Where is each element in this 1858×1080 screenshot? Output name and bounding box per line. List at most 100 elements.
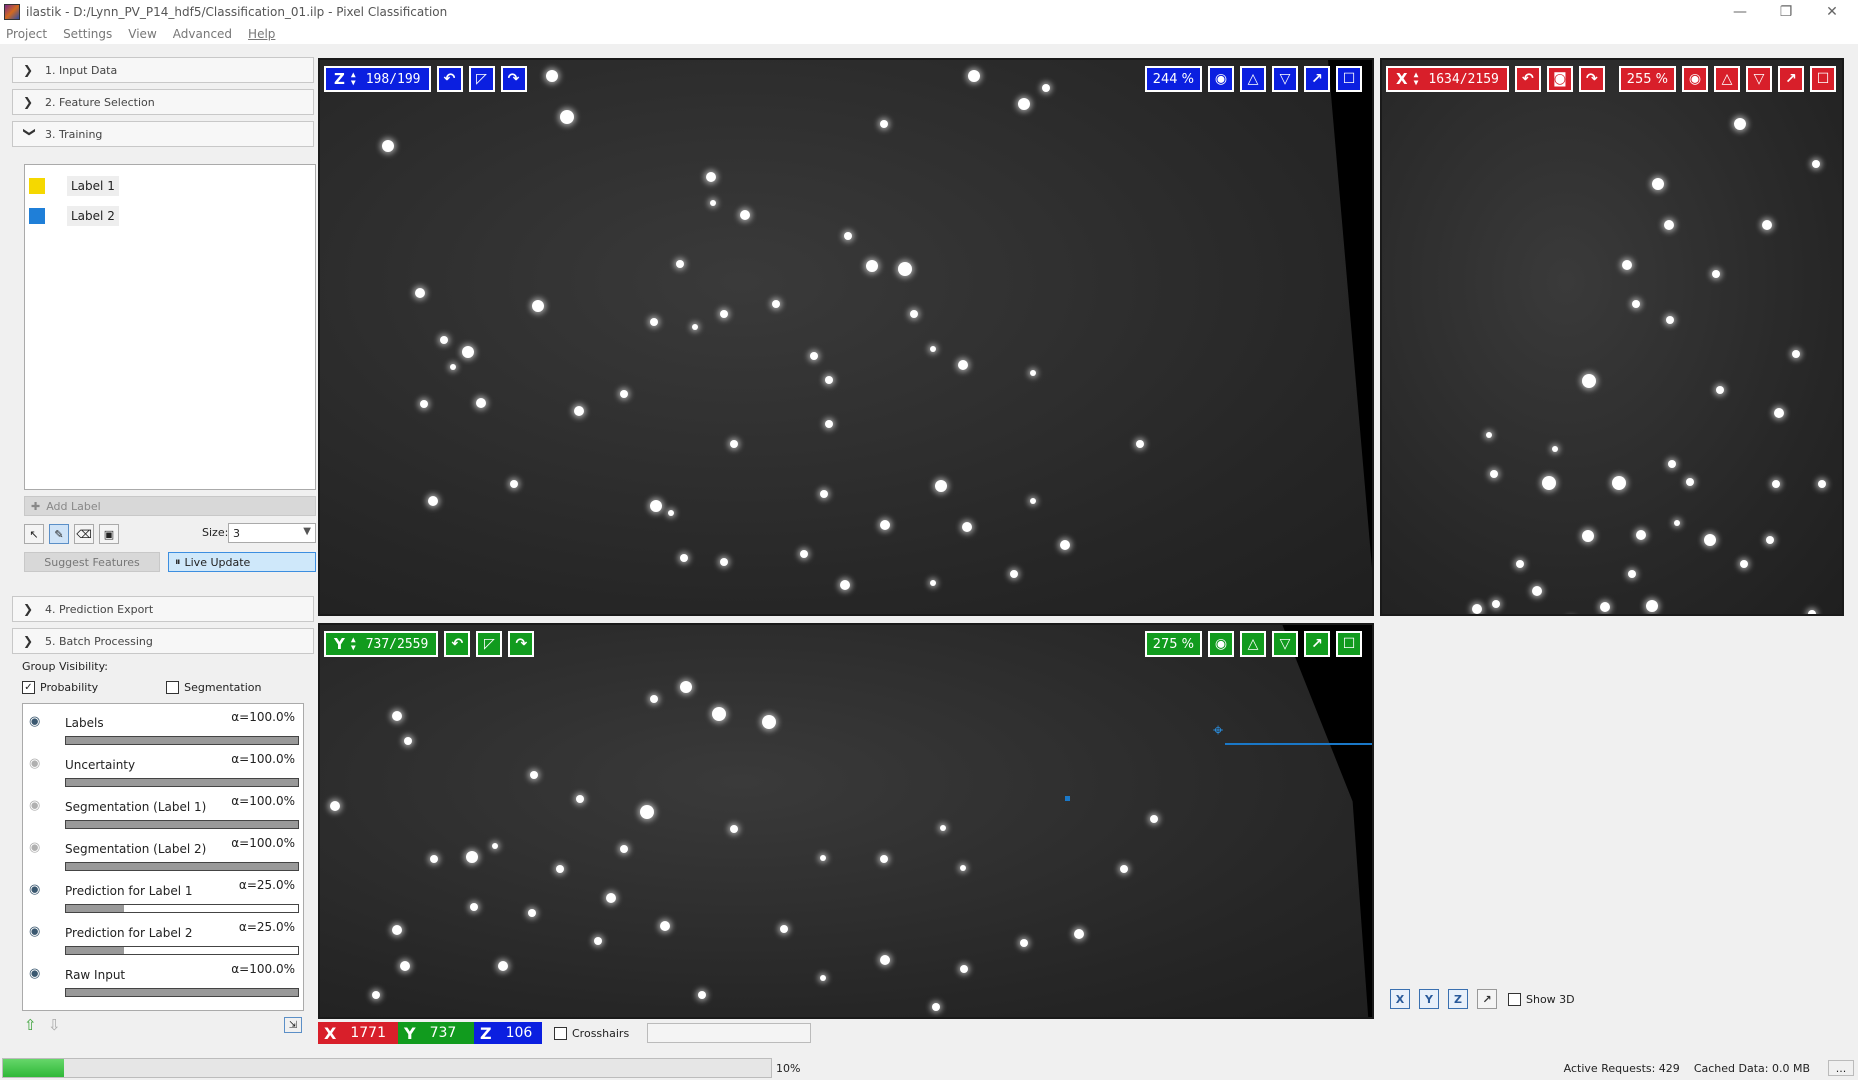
menu-project[interactable]: Project xyxy=(6,27,47,41)
camera-icon[interactable]: ◉ xyxy=(1208,66,1234,92)
fullscreen-icon[interactable]: ☐ xyxy=(1336,631,1362,657)
suggest-features-button[interactable]: Suggest Features xyxy=(24,552,160,572)
crosshairs-toggle[interactable]: Crosshairs xyxy=(554,1026,629,1040)
fullscreen-icon[interactable]: ☐ xyxy=(1336,66,1362,92)
label-name[interactable]: Label 1 xyxy=(67,176,119,196)
view-xy[interactable]: Z ▲ ▼ 198/199 ↶ ◸ ↷ 244 % ◉ △ ▽ ↗ ☐ xyxy=(318,58,1374,616)
menu-settings[interactable]: Settings xyxy=(63,27,112,41)
label-color-swatch[interactable] xyxy=(29,208,45,224)
maximize-3d-icon[interactable]: ↗ xyxy=(1477,989,1497,1009)
opacity-slider[interactable] xyxy=(65,736,299,745)
layer-row[interactable]: ◉ Prediction for Label 2 α=25.0% xyxy=(23,916,303,958)
slice-spinbox[interactable]: X ▲ ▼ 1634/2159 xyxy=(1386,66,1509,92)
zoom-level[interactable]: 275 % xyxy=(1144,631,1202,657)
rotate-left-icon[interactable]: ↶ xyxy=(444,631,471,657)
eye-icon[interactable]: ◉ xyxy=(29,798,40,813)
y-coordinate[interactable]: Y 737 xyxy=(398,1022,474,1044)
applet-batch-processing[interactable]: ❯ 5. Batch Processing xyxy=(12,628,314,654)
swap-axes-icon[interactable]: ◸ xyxy=(468,66,495,92)
eye-icon[interactable]: ◉ xyxy=(29,882,40,897)
toggle-x-slice-icon[interactable]: X xyxy=(1390,989,1410,1009)
eye-icon[interactable]: ◉ xyxy=(29,966,40,981)
probability-checkbox[interactable]: ✓ xyxy=(22,681,35,694)
slice-down-icon[interactable]: ▽ xyxy=(1272,631,1298,657)
label-row-1[interactable]: Label 1 xyxy=(25,171,315,201)
opacity-slider[interactable] xyxy=(65,988,299,997)
minimize-button[interactable]: — xyxy=(1718,0,1762,24)
maximize-view-icon[interactable]: ↗ xyxy=(1778,66,1804,92)
layer-row[interactable]: ◉ Labels α=100.0% xyxy=(23,706,303,748)
move-up-icon[interactable]: ⇧ xyxy=(24,1016,37,1034)
close-button[interactable]: ✕ xyxy=(1810,0,1854,24)
x-coordinate[interactable]: X 1771 xyxy=(318,1022,398,1044)
brush-icon[interactable]: ✎ xyxy=(49,524,69,544)
label-color-swatch[interactable] xyxy=(29,178,45,194)
segmentation-checkbox[interactable] xyxy=(166,681,180,694)
add-label-button[interactable]: ✚ Add Label xyxy=(24,496,316,516)
eye-icon[interactable]: ◉ xyxy=(29,756,40,771)
restore-button[interactable]: ❐ xyxy=(1764,0,1808,24)
label-row-2[interactable]: Label 2 xyxy=(25,201,315,231)
swap-axes-icon[interactable]: ◙ xyxy=(1546,66,1573,92)
applet-feature-selection[interactable]: ❯ 2. Feature Selection xyxy=(12,89,314,115)
crosshairs-checkbox[interactable] xyxy=(554,1026,567,1040)
rotate-left-icon[interactable]: ↶ xyxy=(1514,66,1541,92)
zoom-level[interactable]: 255 % xyxy=(1618,66,1676,92)
layer-row[interactable]: ◉ Segmentation (Label 1) α=100.0% xyxy=(23,790,303,832)
z-coordinate[interactable]: Z 106 xyxy=(474,1022,542,1044)
rotate-right-icon[interactable]: ↷ xyxy=(1578,66,1605,92)
export-layer-icon[interactable]: ⇲ xyxy=(284,1017,302,1033)
threshold-box-icon[interactable]: ▣ xyxy=(99,524,119,544)
slice-down-icon[interactable]: ▽ xyxy=(1746,66,1772,92)
opacity-slider[interactable] xyxy=(65,862,299,871)
eye-icon[interactable]: ◉ xyxy=(29,714,40,729)
eraser-icon[interactable]: ⌫ xyxy=(74,524,94,544)
slice-up-icon[interactable]: △ xyxy=(1240,631,1266,657)
toggle-z-slice-icon[interactable]: Z xyxy=(1448,989,1468,1009)
label-name[interactable]: Label 2 xyxy=(67,206,119,226)
menu-view[interactable]: View xyxy=(128,27,156,41)
applet-training[interactable]: ❯ 3. Training xyxy=(12,121,314,147)
labels-list: Label 1 Label 2 xyxy=(24,164,316,490)
maximize-view-icon[interactable]: ↗ xyxy=(1304,631,1330,657)
swap-axes-icon[interactable]: ◸ xyxy=(476,631,503,657)
eye-icon[interactable]: ◉ xyxy=(29,924,40,939)
slice-down-icon[interactable]: ▽ xyxy=(1272,66,1298,92)
layer-row[interactable]: ◉ Uncertainty α=100.0% xyxy=(23,748,303,790)
camera-icon[interactable]: ◉ xyxy=(1682,66,1708,92)
toggle-y-slice-icon[interactable]: Y xyxy=(1419,989,1439,1009)
view-xz[interactable]: ⌖ Y ▲ ▼ 737/2559 ↶ ◸ ↷ 275 % ◉ △ ▽ ↗ ☐ xyxy=(318,623,1374,1019)
slice-up-icon[interactable]: △ xyxy=(1714,66,1740,92)
plus-icon: ✚ xyxy=(31,499,41,513)
slice-spinbox[interactable]: Y ▲ ▼ 737/2559 xyxy=(324,631,439,657)
status-more-button[interactable]: ... xyxy=(1828,1060,1854,1076)
opacity-slider[interactable] xyxy=(65,946,299,955)
view-yz[interactable]: X ▲ ▼ 1634/2159 ↶ ◙ ↷ 255 % ◉ △ ▽ ↗ ☐ xyxy=(1380,58,1844,616)
live-update-button[interactable]: ⏸ Live Update xyxy=(168,552,316,572)
applet-prediction-export[interactable]: ❯ 4. Prediction Export xyxy=(12,596,314,622)
eye-icon[interactable]: ◉ xyxy=(29,840,40,855)
zoom-level[interactable]: 244 % xyxy=(1144,66,1202,92)
fullscreen-icon[interactable]: ☐ xyxy=(1810,66,1836,92)
slice-spinbox[interactable]: Z ▲ ▼ 198/199 xyxy=(324,66,431,92)
slice-up-icon[interactable]: △ xyxy=(1240,66,1266,92)
opacity-slider[interactable] xyxy=(65,778,299,787)
layer-row[interactable]: ◉ Prediction for Label 1 α=25.0% xyxy=(23,874,303,916)
opacity-slider[interactable] xyxy=(65,820,299,829)
show-3d-checkbox[interactable] xyxy=(1508,992,1521,1006)
maximize-view-icon[interactable]: ↗ xyxy=(1304,66,1330,92)
layer-row[interactable]: ◉ Segmentation (Label 2) α=100.0% xyxy=(23,832,303,874)
move-down-icon[interactable]: ⇩ xyxy=(48,1016,61,1034)
applet-input-data[interactable]: ❯ 1. Input Data xyxy=(12,57,314,83)
layer-row[interactable]: ◉ Raw Input α=100.0% xyxy=(23,958,303,1000)
opacity-slider[interactable] xyxy=(65,904,299,913)
menu-advanced[interactable]: Advanced xyxy=(173,27,232,41)
brush-size-select[interactable]: 3 ▼ xyxy=(228,523,316,543)
rotate-right-icon[interactable]: ↷ xyxy=(508,631,535,657)
show-3d-toggle[interactable]: Show 3D xyxy=(1508,992,1575,1006)
navigation-arrow-icon[interactable]: ↖ xyxy=(24,524,44,544)
camera-icon[interactable]: ◉ xyxy=(1208,631,1234,657)
rotate-left-icon[interactable]: ↶ xyxy=(436,66,463,92)
rotate-right-icon[interactable]: ↷ xyxy=(500,66,527,92)
menu-help[interactable]: Help xyxy=(248,27,275,41)
